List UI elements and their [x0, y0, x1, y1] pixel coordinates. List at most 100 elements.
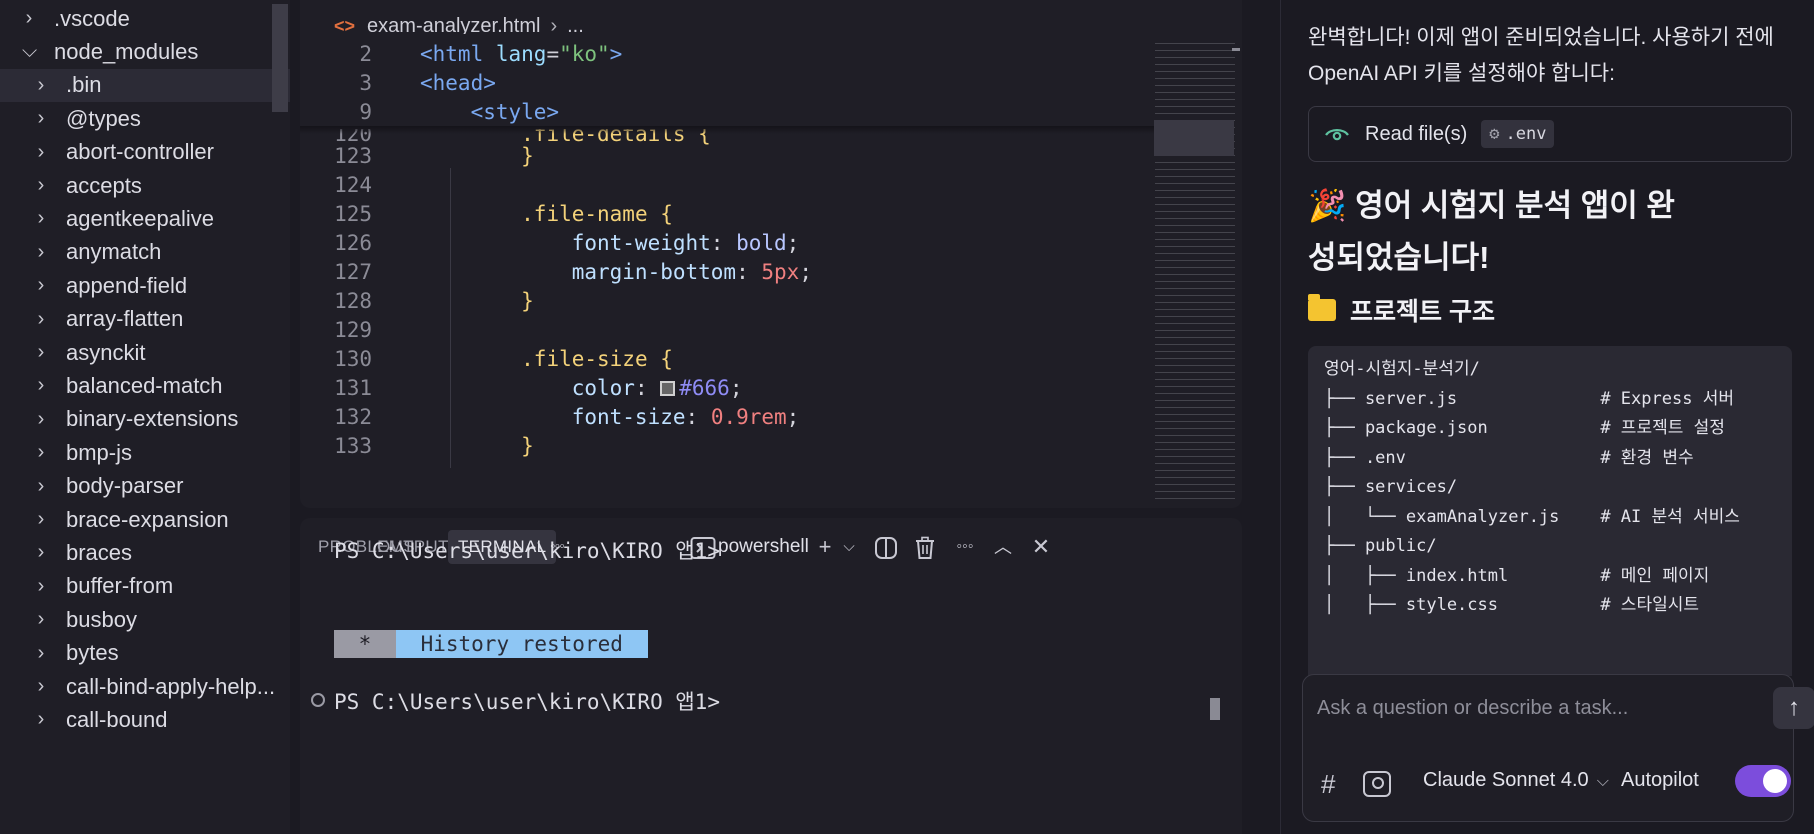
- autopilot-toggle[interactable]: [1735, 765, 1791, 797]
- tree-item-label: .vscode: [54, 5, 130, 31]
- line-number: 9: [359, 100, 372, 124]
- model-selector[interactable]: Claude Sonnet 4.0 ⌵: [1423, 769, 1609, 792]
- chevron-right-icon: ›: [37, 441, 45, 464]
- tree-item[interactable]: › call-bind-apply-help...: [0, 670, 290, 703]
- chevron-right-icon: ›: [37, 474, 45, 497]
- chat-divider: [1280, 0, 1281, 834]
- tree-item[interactable]: › bytes: [0, 637, 290, 670]
- maximize-panel-icon[interactable]: ︿: [990, 530, 1016, 564]
- eye-icon: [1325, 121, 1349, 147]
- code-token: >: [609, 42, 623, 66]
- tree-item[interactable]: › bmp-js: [0, 436, 290, 469]
- terminal-prompt-current[interactable]: PS C:\Users\user\kiro\KIRO 앱1>: [334, 685, 720, 719]
- file-chip[interactable]: ⚙ .env: [1481, 120, 1555, 148]
- tree-item[interactable]: › agentkeepalive: [0, 202, 290, 235]
- history-restored-badge: * History restored: [334, 630, 648, 658]
- split-terminal-icon[interactable]: [870, 530, 902, 564]
- tree-item-label: brace-expansion: [66, 506, 229, 532]
- tree-item-label: @types: [66, 105, 141, 131]
- terminal-scrollbar[interactable]: [1210, 698, 1220, 720]
- code-token: margin-bottom: [571, 260, 737, 284]
- history-star: *: [334, 630, 396, 658]
- chevron-right-icon: ›: [25, 7, 33, 29]
- chevron-down-icon[interactable]: ⌵: [840, 530, 858, 564]
- code-editor[interactable]: <> exam-analyzer.html › ... 120 .file-de…: [300, 0, 1242, 508]
- tree-item-label: asynckit: [66, 339, 146, 365]
- trash-icon[interactable]: [910, 530, 940, 564]
- autopilot-label: Autopilot: [1621, 769, 1699, 791]
- minimap[interactable]: [1155, 40, 1235, 500]
- sticky-scroll-shadow: [300, 126, 1160, 134]
- history-text: History restored: [395, 630, 648, 658]
- chat-message-intro: 완벽합니다! 이제 앱이 준비되었습니다. 사용하기 전에 OpenAI API…: [1308, 26, 1774, 85]
- tree-item[interactable]: › binary-extensions: [0, 403, 290, 436]
- chevron-right-icon: ›: [37, 240, 45, 263]
- tree-item[interactable]: › accepts: [0, 169, 290, 202]
- chevron-right-icon: ›: [37, 274, 45, 297]
- chevron-right-icon: ›: [37, 341, 45, 363]
- code-line[interactable]: 133 }: [300, 430, 1160, 463]
- chevron-down-icon: ⌵: [1596, 773, 1609, 790]
- tree-item[interactable]: › @types: [0, 102, 290, 135]
- tree-item[interactable]: › asynckit: [0, 336, 290, 369]
- code-token: {: [660, 202, 673, 226]
- party-popper-icon: 🎉: [1308, 188, 1347, 223]
- file-explorer: › .vscode ⌵ node_modules › .bin › @types › abort-…: [0, 0, 290, 834]
- tree-item-label: agentkeepalive: [66, 205, 215, 231]
- code-token: .file-name: [521, 202, 661, 226]
- hash-icon[interactable]: #: [1321, 769, 1335, 800]
- chevron-right-icon: ›: [37, 508, 45, 530]
- tree-item[interactable]: › brace-expansion: [0, 503, 290, 536]
- tree-item-label: buffer-from: [66, 573, 174, 599]
- tree-item[interactable]: › .bin: [0, 68, 290, 102]
- close-panel-icon[interactable]: ✕: [1028, 530, 1054, 564]
- project-tree-codeblock: 영어-시험지-분석기/├── server.js # Express 서버 ├──…: [1308, 346, 1792, 676]
- tree-item-label: balanced-match: [66, 372, 223, 398]
- tree-item[interactable]: › append-field: [0, 269, 290, 302]
- tree-item-label: anymatch: [66, 239, 162, 265]
- chat-input-placeholder[interactable]: Ask a question or describe a task...: [1317, 697, 1628, 720]
- code-token: :: [736, 260, 762, 284]
- read-file-card[interactable]: Read file(s) ⚙ .env: [1308, 106, 1792, 162]
- folder-icon: [1308, 294, 1336, 321]
- tree-item[interactable]: › call-bound: [0, 703, 290, 736]
- chevron-right-icon: ›: [37, 407, 45, 430]
- gear-icon: ⚙: [1489, 124, 1500, 144]
- send-button[interactable]: ↑: [1773, 687, 1814, 729]
- code-token: ;: [729, 376, 743, 400]
- terminal-shell-name[interactable]: powershell: [718, 530, 809, 564]
- code-token: {: [660, 347, 673, 371]
- tree-item[interactable]: › busboy: [0, 603, 290, 636]
- tree-item[interactable]: › anymatch: [0, 236, 290, 269]
- tree-item[interactable]: › body-parser: [0, 470, 290, 503]
- minimap-viewport[interactable]: [1154, 120, 1234, 156]
- tree-item[interactable]: ⌵ node_modules: [0, 35, 290, 68]
- read-file-label: Read file(s): [1365, 122, 1468, 145]
- chat-heading: 🎉 영어 시험지 분석 앱이 완성되었습니다!: [1308, 180, 1688, 284]
- code-token: font-weight: [571, 231, 711, 255]
- chevron-right-icon: ›: [37, 675, 45, 697]
- sidebar-scrollbar[interactable]: [272, 4, 288, 112]
- more-actions-icon[interactable]: ◦◦◦: [950, 530, 980, 564]
- tree-item-label: accepts: [66, 172, 142, 198]
- code-token: bold: [736, 231, 787, 255]
- tree-item[interactable]: › abort-controller: [0, 136, 290, 169]
- sticky-code-line[interactable]: 9 <style>: [300, 96, 1160, 129]
- code-token: }: [521, 289, 534, 313]
- tree-item[interactable]: › braces: [0, 536, 290, 569]
- tree-item-label: binary-extensions: [66, 406, 239, 432]
- chat-input-box[interactable]: Ask a question or describe a task... ↑ #…: [1302, 674, 1814, 822]
- tree-item[interactable]: › array-flatten: [0, 303, 290, 336]
- new-terminal-icon[interactable]: +: [812, 530, 838, 564]
- tree-item[interactable]: › balanced-match: [0, 369, 290, 402]
- image-attach-icon[interactable]: [1363, 771, 1391, 797]
- tree-item[interactable]: › buffer-from: [0, 570, 290, 603]
- color-swatch-icon[interactable]: [660, 381, 676, 396]
- tree-item-label: bytes: [66, 640, 119, 666]
- tree-item[interactable]: › .vscode: [0, 2, 290, 35]
